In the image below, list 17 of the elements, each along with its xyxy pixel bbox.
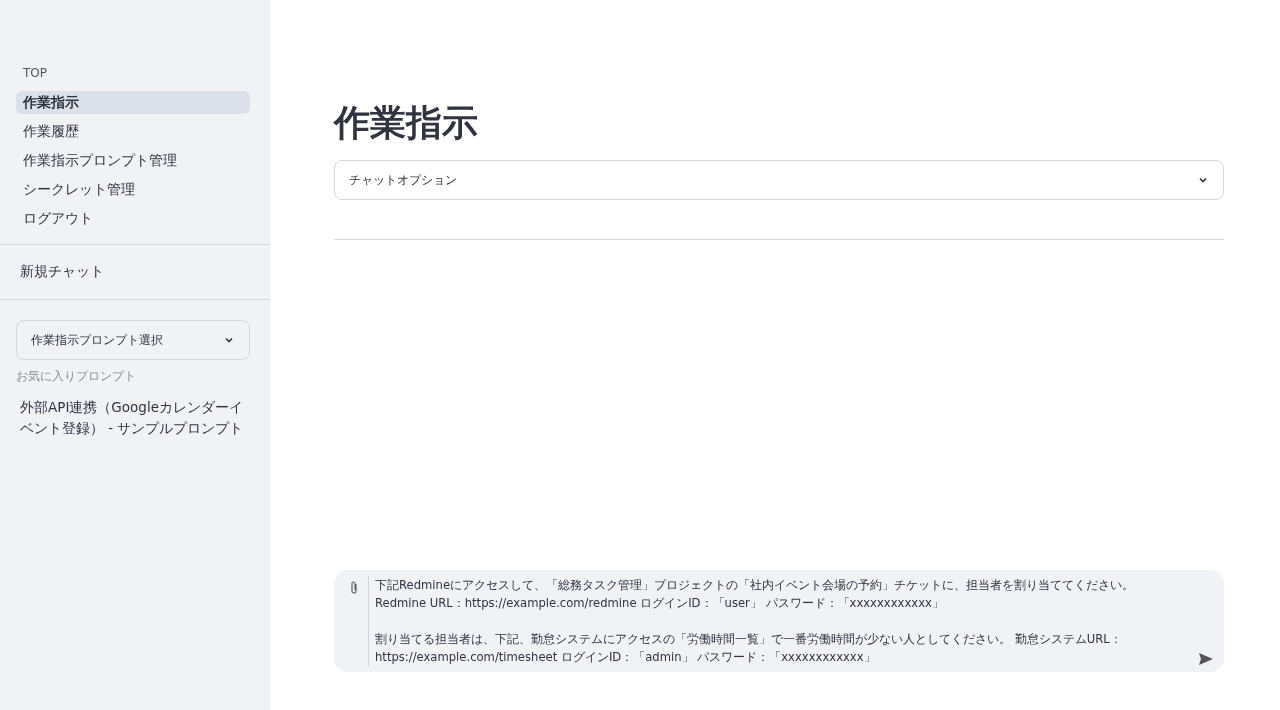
- message-text: 下記Redmineにアクセスして、「総務タスク管理」プロジェクトの「社内イベント会場の予約」チケットに、担当者を割り当ててください。 Redmine URL：https://example.com/redmine ログインID：「user」 パスワード：「xxxxxxxxxxxx」: [375, 577, 1136, 612]
- nav-link[interactable]: ログアウト: [16, 207, 250, 230]
- new-chat-link[interactable]: 新規チャット: [0, 245, 270, 299]
- nav-link[interactable]: 作業指示: [16, 91, 250, 114]
- nav-link[interactable]: 作業履歴: [16, 120, 250, 143]
- paperclip-icon[interactable]: [348, 580, 360, 596]
- nav-link[interactable]: 作業指示プロンプト管理: [16, 149, 250, 172]
- nav-header-link[interactable]: TOP: [16, 62, 250, 85]
- favorite-prompt-link[interactable]: 外部API連携（Googleカレンダーイベント登録） - サンプルプロンプト: [0, 393, 270, 443]
- chat-input-field[interactable]: [334, 570, 1224, 672]
- favorites-label: お気に入りプロンプト: [16, 368, 137, 385]
- send-icon[interactable]: [1198, 652, 1214, 666]
- prompt-select-dropdown[interactable]: 作業指示プロンプト選択: [16, 320, 250, 360]
- chat-options-expander[interactable]: チャットオプション: [334, 160, 1224, 200]
- page-title: 作業指示: [334, 101, 479, 145]
- nav-link[interactable]: シークレット管理: [16, 178, 250, 201]
- message-text: 割り当てる担当者は、下記、勤怠システムにアクセスの「労働時間一覧」で一番労働時間が少ない人としてください。 勤怠システムURL： https://example.com/timesheet ログインID：「admin」 パスワード：「xxxxxxxxxxxx」: [375, 631, 1123, 666]
